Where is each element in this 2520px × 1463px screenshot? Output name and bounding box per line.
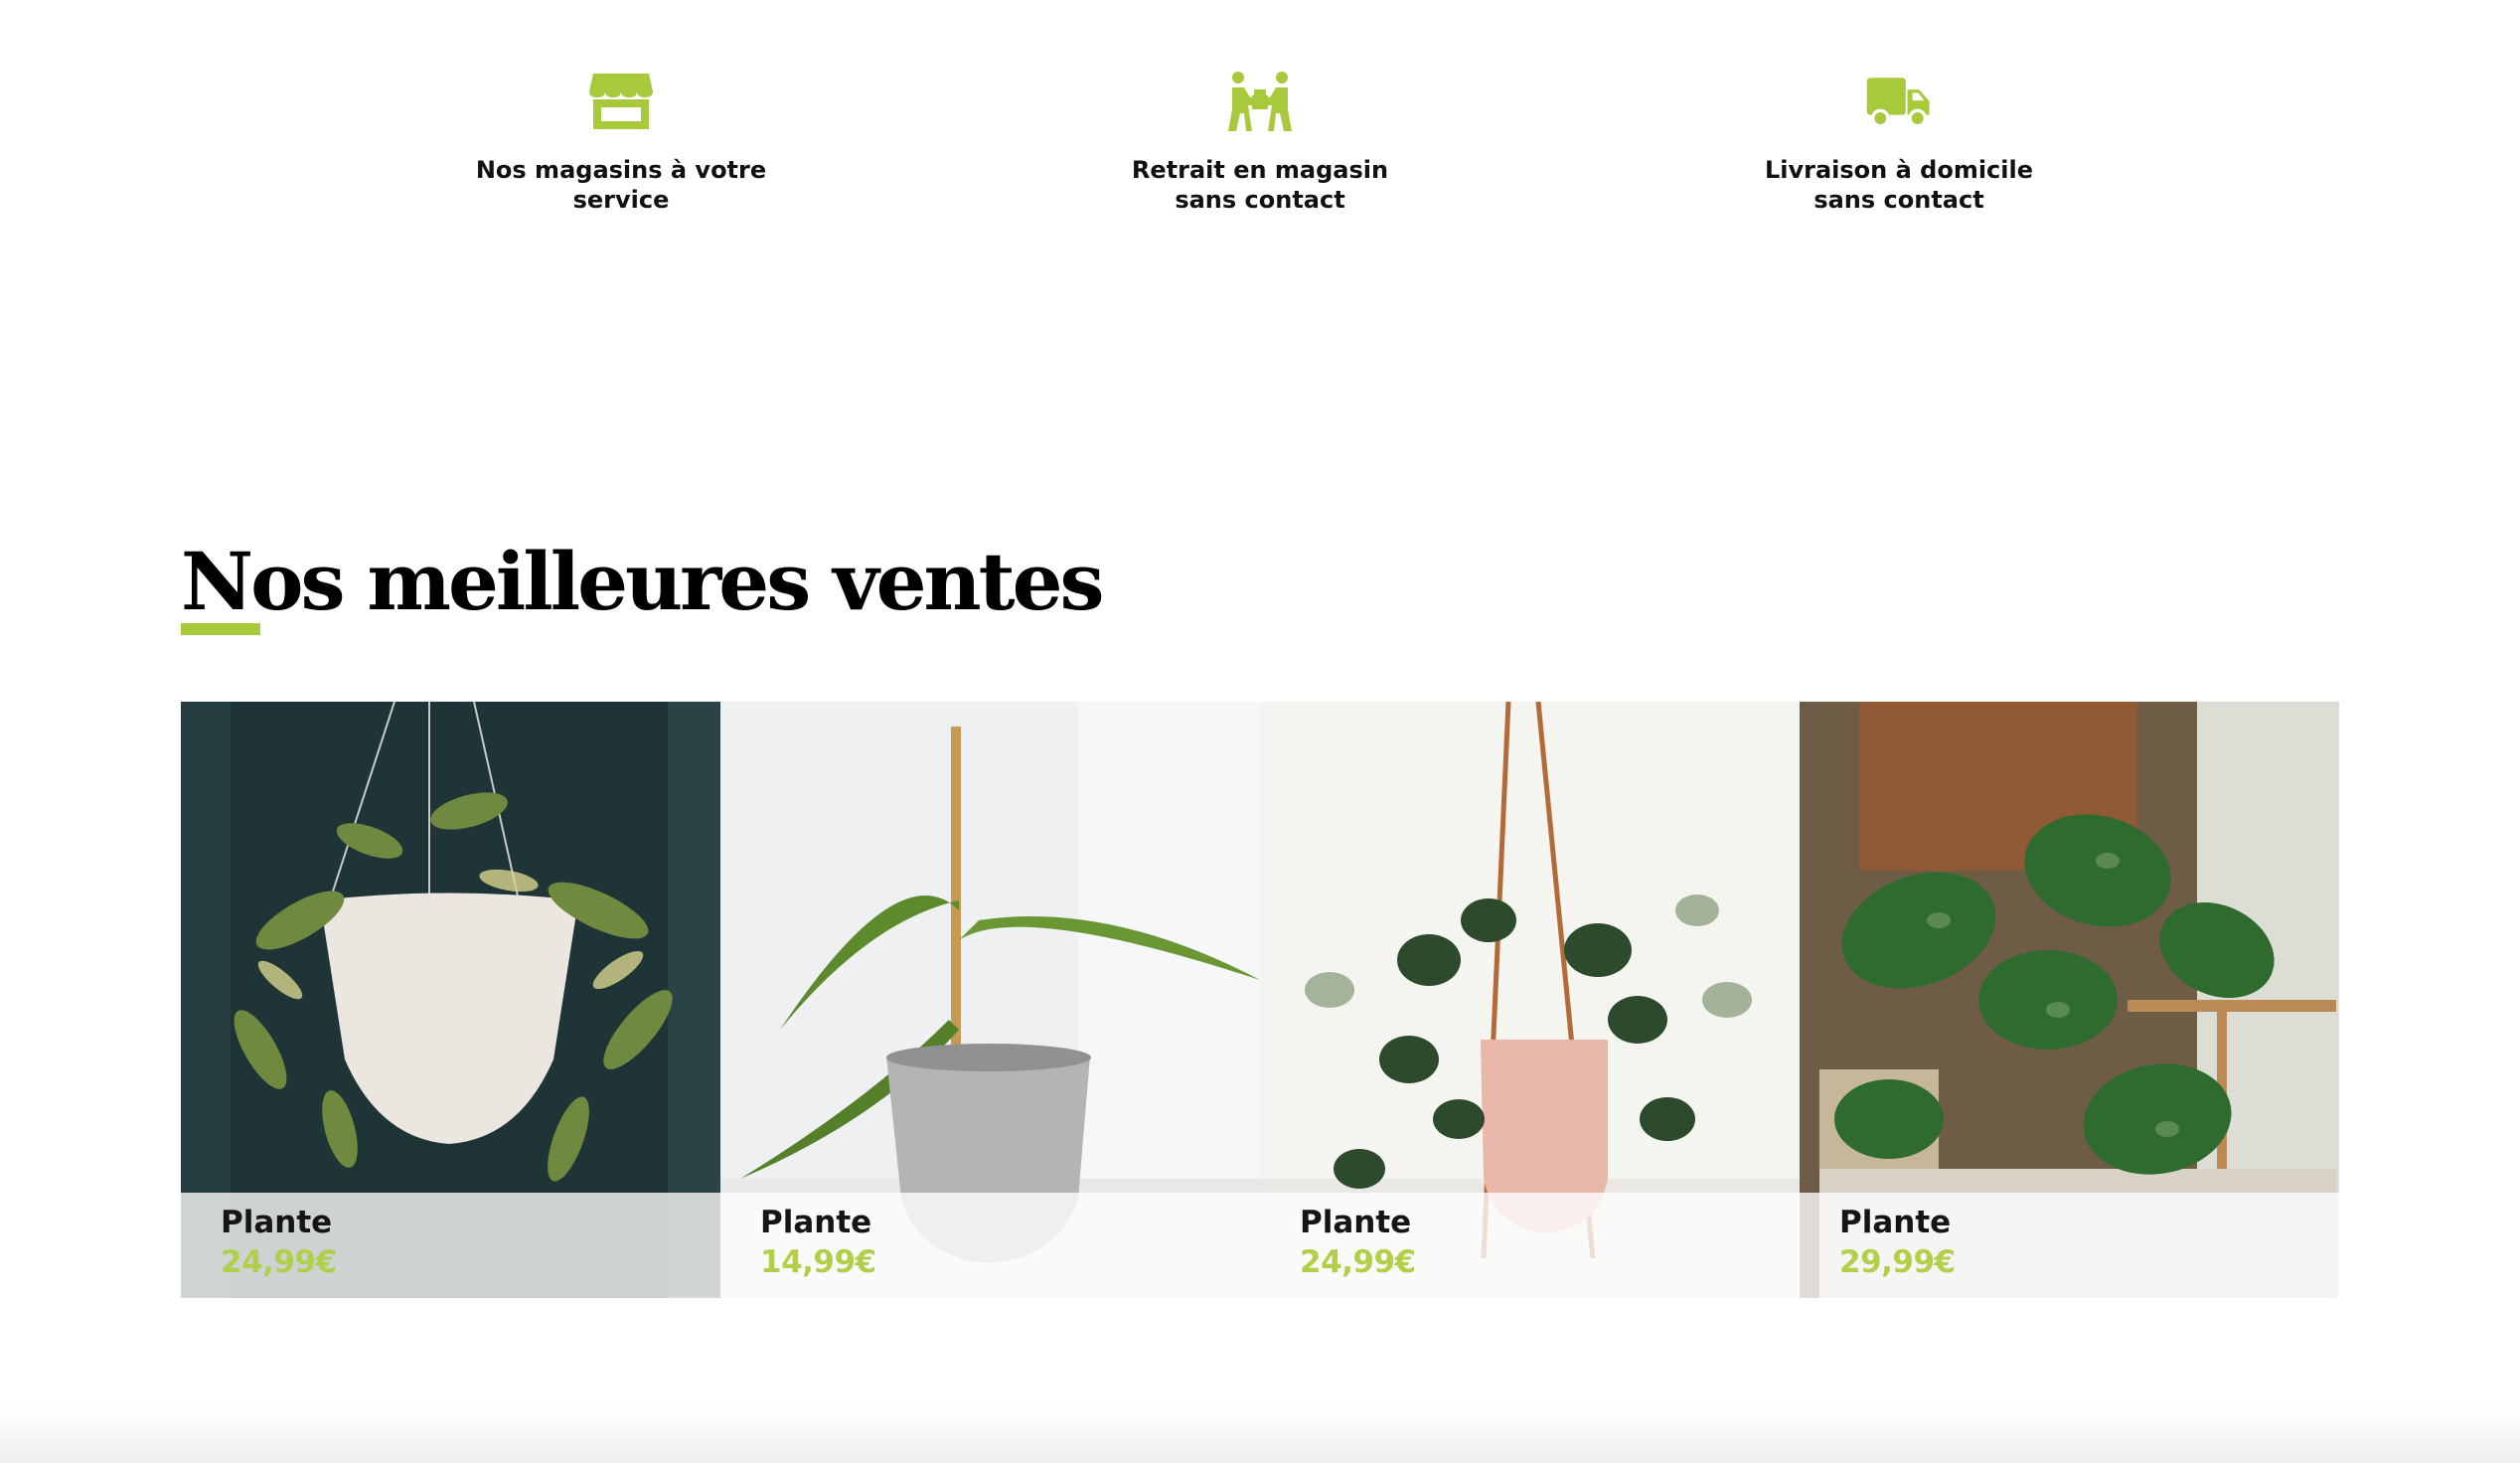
product-name: Plante	[221, 1205, 333, 1240]
store-icon	[589, 74, 653, 129]
product-card[interactable]: Plante 24,99€	[181, 702, 720, 1298]
service-store-pickup-label: Retrait en magasin sans contact	[1131, 156, 1389, 214]
handover-icon	[1228, 72, 1292, 131]
service-home-delivery-label: Livraison à domicile sans contact	[1764, 156, 2034, 214]
product-price: 24,99€	[221, 1244, 337, 1280]
product-name: Plante	[1300, 1205, 1412, 1240]
product-price: 14,99€	[760, 1244, 876, 1280]
product-card[interactable]: Plante 14,99€	[720, 702, 1260, 1298]
bestsellers-grid: Plante 24,99€ Plante 14,99€ Plante 24,99…	[181, 702, 2339, 1298]
product-card[interactable]: Plante 24,99€	[1260, 702, 1800, 1298]
delivery-truck-icon	[1866, 78, 1930, 128]
product-price: 24,99€	[1300, 1244, 1416, 1280]
product-card[interactable]: Plante 29,99€	[1800, 702, 2339, 1298]
product-info: Plante 24,99€	[181, 1193, 720, 1298]
service-stores-label: Nos magasins à votre service	[475, 156, 767, 214]
service-stores[interactable]: Nos magasins à votre service	[452, 70, 790, 215]
bottom-fade	[0, 1403, 2520, 1463]
bestsellers-title: Nos meilleures ventes	[181, 535, 1105, 628]
product-price: 29,99€	[1839, 1244, 1956, 1280]
service-home-delivery[interactable]: Livraison à domicile sans contact	[1730, 70, 2068, 215]
product-info: Plante 29,99€	[1800, 1193, 2339, 1298]
product-name: Plante	[1839, 1205, 1952, 1240]
product-name: Plante	[760, 1205, 872, 1240]
service-store-pickup[interactable]: Retrait en magasin sans contact	[1091, 70, 1429, 215]
services-row: Nos magasins à votre service Retrait en …	[0, 70, 2520, 229]
title-underline	[181, 623, 260, 635]
page: Nos magasins à votre service Retrait en …	[0, 0, 2520, 1463]
product-info: Plante 24,99€	[1260, 1193, 1800, 1298]
product-info: Plante 14,99€	[720, 1193, 1260, 1298]
